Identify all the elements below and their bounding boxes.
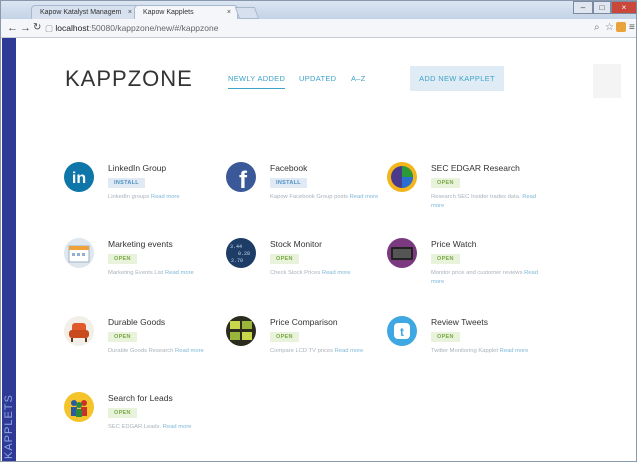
linkedin-icon: in [64, 162, 94, 192]
twitter-icon: t [387, 316, 417, 346]
kapplet-title: Marketing events [108, 239, 173, 249]
kapplet-description: LinkedIn groups Read more [108, 194, 180, 200]
open-button[interactable]: OPEN [431, 178, 460, 188]
kapplet-description: Twitter Monitoring Kapplet Read more [431, 348, 529, 354]
close-icon[interactable]: × [227, 6, 231, 20]
tv-icon [387, 238, 417, 268]
pie-chart-icon [387, 162, 417, 192]
kapplet-price-comparison[interactable]: Price Comparison OPEN Compare LCD TV pri… [226, 316, 381, 386]
kapplet-description: Compare LCD TV prices Read more [270, 348, 364, 354]
kapplet-title: Price Watch [431, 239, 477, 249]
kapplet-search-for-leads[interactable]: Search for Leads OPEN SEC EDGAR Leads. R… [64, 392, 219, 462]
new-tab-button[interactable] [234, 7, 260, 19]
page-icon: ▢ [45, 23, 56, 33]
reload-icon[interactable]: ↻ [33, 21, 41, 35]
kapplet-title: LinkedIn Group [108, 163, 167, 173]
minimize-button[interactable]: – [573, 1, 593, 14]
page-title: KAPPZONE [65, 66, 193, 91]
kapplet-title: Price Comparison [270, 317, 338, 327]
open-button[interactable]: OPEN [270, 332, 299, 342]
kapplet-facebook[interactable]: f Facebook INSTALL Kapow Facebook Group … [226, 162, 381, 232]
sidebar-label: KAPPLETS [3, 394, 15, 459]
back-icon[interactable]: ← [7, 21, 18, 35]
sidebar: KAPPLETS [2, 38, 16, 461]
forward-icon[interactable]: → [20, 21, 31, 35]
kapplet-description: SEC EDGAR Leads. Read more [108, 424, 192, 430]
close-window-button[interactable]: × [611, 1, 637, 14]
install-button[interactable]: INSTALL [108, 178, 145, 188]
menu-icon[interactable]: ≡ [629, 22, 635, 34]
people-icon [64, 392, 94, 422]
read-more-link[interactable]: Read more [322, 270, 351, 276]
kapplet-review-tweets[interactable]: t Review Tweets OPEN Twitter Monitoring … [387, 316, 542, 386]
kapplet-linkedin-group[interactable]: in LinkedIn Group INSTALL LinkedIn group… [64, 162, 219, 232]
open-button[interactable]: OPEN [108, 254, 137, 264]
kapplet-description: Marketing Events List Read more [108, 270, 194, 276]
calendar-icon [64, 238, 94, 268]
tab-a-z[interactable]: A–Z [351, 74, 366, 83]
star-icon[interactable]: ☆ [605, 22, 614, 34]
open-button[interactable]: OPEN [270, 254, 299, 264]
tab-title: Kapow Katalyst Managem [40, 9, 122, 16]
svg-text:t: t [400, 325, 404, 339]
open-button[interactable]: OPEN [108, 408, 137, 418]
tab-newly-added[interactable]: NEWLY ADDED [228, 74, 286, 89]
open-button[interactable]: OPEN [431, 254, 460, 264]
kapplet-description: Durable Goods Research Read more [108, 348, 204, 354]
install-button[interactable]: INSTALL [270, 178, 307, 188]
kapplet-description: Research SEC Insider trades data. Read m… [431, 194, 537, 209]
kapplet-description: Check Stock Prices Read more [270, 270, 351, 276]
svg-text:in: in [72, 170, 86, 187]
kapplet-description: Monitor price and customer reviews Read … [431, 270, 538, 285]
kapplet-title: Durable Goods [108, 317, 166, 327]
read-more-link[interactable]: Read more [175, 348, 204, 354]
read-more-link[interactable]: Read more [350, 194, 379, 200]
stock-ticker-icon: 3.44 0.28 2.70 [226, 238, 256, 268]
tab-updated[interactable]: UPDATED [299, 74, 336, 83]
kapplet-durable-goods[interactable]: Durable Goods OPEN Durable Goods Researc… [64, 316, 219, 386]
read-more-link[interactable]: Read more [165, 270, 194, 276]
browser-window: Kapow Katalyst Managem × Kapow Kapplets … [0, 0, 637, 462]
kapplet-title: Search for Leads [108, 393, 173, 403]
svg-text:2.70: 2.70 [231, 258, 243, 264]
price-tags-icon [226, 316, 256, 346]
kapplet-sec-edgar-research[interactable]: SEC EDGAR Research OPEN Research SEC Ins… [387, 162, 542, 232]
tab-title: Kapow Kapplets [143, 9, 194, 16]
address-path: :50080/kappzone/new/#/kappzone [88, 23, 219, 33]
extension-icon[interactable] [616, 22, 626, 32]
title-bar: Kapow Katalyst Managem × Kapow Kapplets … [1, 1, 637, 19]
main-content: KAPPZONE NEWLY ADDED UPDATED A–Z ADD NEW… [16, 38, 636, 461]
kapplet-title: SEC EDGAR Research [431, 163, 520, 173]
browser-toolbar: ← → ↻ ▢ localhost:50080/kappzone/new/#/k… [1, 19, 636, 38]
armchair-icon [64, 316, 94, 346]
kapplet-title: Facebook [270, 163, 308, 173]
kapplet-title: Review Tweets [431, 317, 489, 327]
tab-kapow-kapplets[interactable]: Kapow Kapplets × [134, 5, 238, 19]
svg-text:f: f [239, 167, 248, 192]
facebook-icon: f [226, 162, 256, 192]
close-icon[interactable]: × [128, 6, 132, 20]
add-new-kapplet-button[interactable]: ADD NEW KAPPLET [410, 66, 504, 91]
svg-text:3.44: 3.44 [230, 244, 242, 250]
svg-text:0.28: 0.28 [238, 251, 250, 257]
read-more-link[interactable]: Read more [151, 194, 180, 200]
maximize-button[interactable]: □ [593, 1, 611, 14]
kapplet-title: Stock Monitor [270, 239, 322, 249]
open-button[interactable]: OPEN [431, 332, 460, 342]
read-more-link[interactable]: Read more [335, 348, 364, 354]
kapplet-marketing-events[interactable]: Marketing events OPEN Marketing Events L… [64, 238, 219, 308]
open-button[interactable]: OPEN [108, 332, 137, 342]
zoom-icon[interactable]: ⌕ [594, 22, 600, 34]
tab-kapow-katalyst[interactable]: Kapow Katalyst Managem × [31, 5, 139, 19]
read-more-link[interactable]: Read more [500, 348, 529, 354]
read-more-link[interactable]: Read more [163, 424, 192, 430]
kapplet-price-watch[interactable]: Price Watch OPEN Monitor price and custo… [387, 238, 542, 308]
kapplet-description: Kapow Facebook Group posts Read more [270, 194, 379, 200]
address-bar[interactable]: ▢ localhost:50080/kappzone/new/#/kappzon… [45, 21, 565, 35]
address-host: localhost [55, 23, 89, 33]
kapplet-stock-monitor[interactable]: 3.44 0.28 2.70 Stock Monitor OPEN Check St… [226, 238, 381, 308]
user-panel [593, 64, 621, 98]
